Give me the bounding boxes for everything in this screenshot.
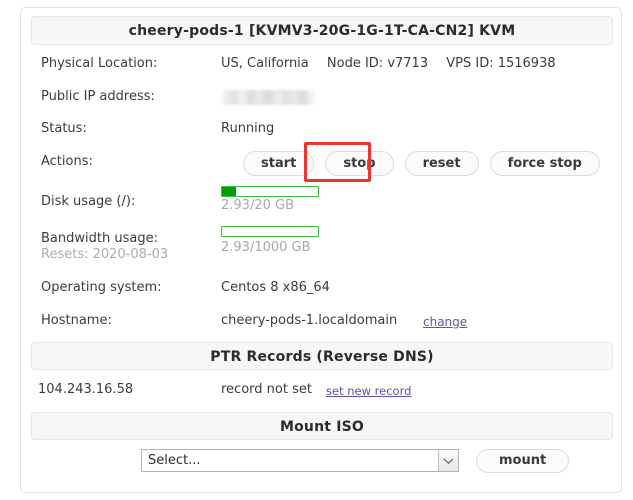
stop-button[interactable]: stop	[325, 151, 394, 176]
operating-system-value: Centos 8 x86_64	[221, 280, 330, 295]
physical-location-value-group: US, California Node ID: v7713 VPS ID: 15…	[221, 56, 556, 71]
mount-button[interactable]: mount	[476, 449, 570, 473]
action-button-group: start stop reset force stop	[243, 151, 600, 176]
ptr-record-row: 104.243.16.58 record not set set new rec…	[21, 382, 621, 404]
bandwidth-usage-label: Bandwidth usage:	[41, 231, 158, 246]
row-hostname: Hostname: cheery-pods-1.localdomain chan…	[21, 313, 621, 335]
disk-usage-bar	[221, 186, 319, 197]
row-operating-system: Operating system: Centos 8 x86_64	[21, 280, 621, 302]
bandwidth-usage-text: 2.93/1000 GB	[221, 240, 311, 255]
status-label: Status:	[41, 121, 87, 136]
row-public-ip: Public IP address:	[21, 89, 621, 111]
public-ip-redacted-value	[221, 90, 316, 105]
operating-system-label: Operating system:	[41, 280, 162, 295]
start-button[interactable]: start	[243, 151, 315, 176]
hostname-change-link[interactable]: change	[423, 315, 467, 329]
vps-id-value: VPS ID: 1516938	[446, 56, 556, 71]
hostname-label: Hostname:	[41, 313, 112, 328]
ptr-ip-address: 104.243.16.58	[38, 382, 134, 397]
row-status: Status: Running	[21, 121, 621, 143]
reset-button[interactable]: reset	[404, 151, 479, 176]
bandwidth-usage-bar	[221, 226, 319, 237]
iso-select[interactable]: Select...	[141, 449, 459, 472]
node-id-value: Node ID: v7713	[326, 56, 429, 71]
disk-usage-text: 2.93/20 GB	[221, 198, 294, 213]
actions-label: Actions:	[41, 154, 93, 169]
disk-usage-bar-fill	[222, 187, 237, 196]
mount-iso-heading: Mount ISO	[31, 412, 613, 440]
force-stop-button[interactable]: force stop	[489, 151, 600, 176]
public-ip-label: Public IP address:	[41, 89, 155, 104]
hostname-value: cheery-pods-1.localdomain	[221, 313, 398, 328]
ptr-record-status: record not set	[221, 382, 312, 397]
server-details-card: cheery-pods-1 [KVMV3-20G-1G-1T-CA-CN2] K…	[20, 7, 622, 493]
location-value: US, California	[221, 56, 309, 71]
row-disk-usage: Disk usage (/):	[21, 194, 621, 216]
physical-location-label: Physical Location:	[41, 56, 158, 71]
disk-usage-label: Disk usage (/):	[41, 194, 136, 209]
set-new-record-link[interactable]: set new record	[326, 384, 411, 398]
bandwidth-resets-text: Resets: 2020-08-03	[41, 247, 169, 262]
status-badge: Running	[221, 121, 275, 136]
row-physical-location: Physical Location: US, California Node I…	[21, 56, 621, 78]
row-bandwidth-resets: Resets: 2020-08-03	[21, 247, 621, 269]
page-title: cheery-pods-1 [KVMV3-20G-1G-1T-CA-CN2] K…	[31, 16, 613, 45]
ptr-records-heading: PTR Records (Reverse DNS)	[31, 342, 613, 370]
row-actions: Actions: start stop reset force stop	[21, 151, 621, 176]
